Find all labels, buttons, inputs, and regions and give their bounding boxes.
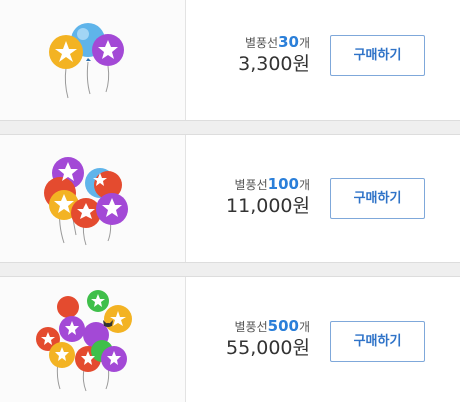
balloon-quantity: 별풍선30개 xyxy=(238,34,310,51)
product-image-cell xyxy=(0,277,186,402)
quantity-suffix: 개 xyxy=(298,36,310,50)
product-card-100: 별풍선100개 11,000원 구매하기 xyxy=(0,134,460,263)
quantity-prefix: 별풍선 xyxy=(234,178,268,192)
price-block: 별풍선30개 3,300원 xyxy=(238,34,310,76)
quantity-number: 100 xyxy=(267,175,299,193)
price-block: 별풍선100개 11,000원 xyxy=(226,176,310,218)
balloons-small-bunch-icon xyxy=(49,23,124,99)
product-card-500: 별풍선500개 55,000원 구매하기 xyxy=(0,276,460,402)
balloons-large-bunch-icon xyxy=(36,290,132,392)
price-label: 3,300원 xyxy=(238,53,310,75)
quantity-number: 500 xyxy=(267,317,299,335)
price-label: 55,000원 xyxy=(226,337,310,359)
product-card-30: 별풍선30개 3,300원 구매하기 xyxy=(0,0,460,121)
quantity-prefix: 별풍선 xyxy=(244,36,279,50)
quantity-number: 30 xyxy=(278,33,299,51)
price-label: 11,000원 xyxy=(226,195,310,217)
price-block: 별풍선500개 55,000원 xyxy=(226,318,310,360)
product-image-cell xyxy=(0,0,186,120)
balloon-quantity: 별풍선500개 xyxy=(226,318,310,335)
quantity-prefix: 별풍선 xyxy=(234,320,268,334)
balloon-quantity: 별풍선100개 xyxy=(226,176,310,193)
buy-button-100[interactable]: 구매하기 xyxy=(330,178,425,219)
buy-button-500[interactable]: 구매하기 xyxy=(330,321,425,362)
buy-button-30[interactable]: 구매하기 xyxy=(330,35,425,76)
quantity-suffix: 개 xyxy=(298,320,310,334)
product-image-cell xyxy=(0,135,186,262)
balloon-product-list: 별풍선30개 3,300원 구매하기 별풍선100개 11,000원 구매하기 … xyxy=(0,0,460,402)
quantity-suffix: 개 xyxy=(298,178,310,192)
balloons-medium-bunch-icon xyxy=(44,157,128,246)
